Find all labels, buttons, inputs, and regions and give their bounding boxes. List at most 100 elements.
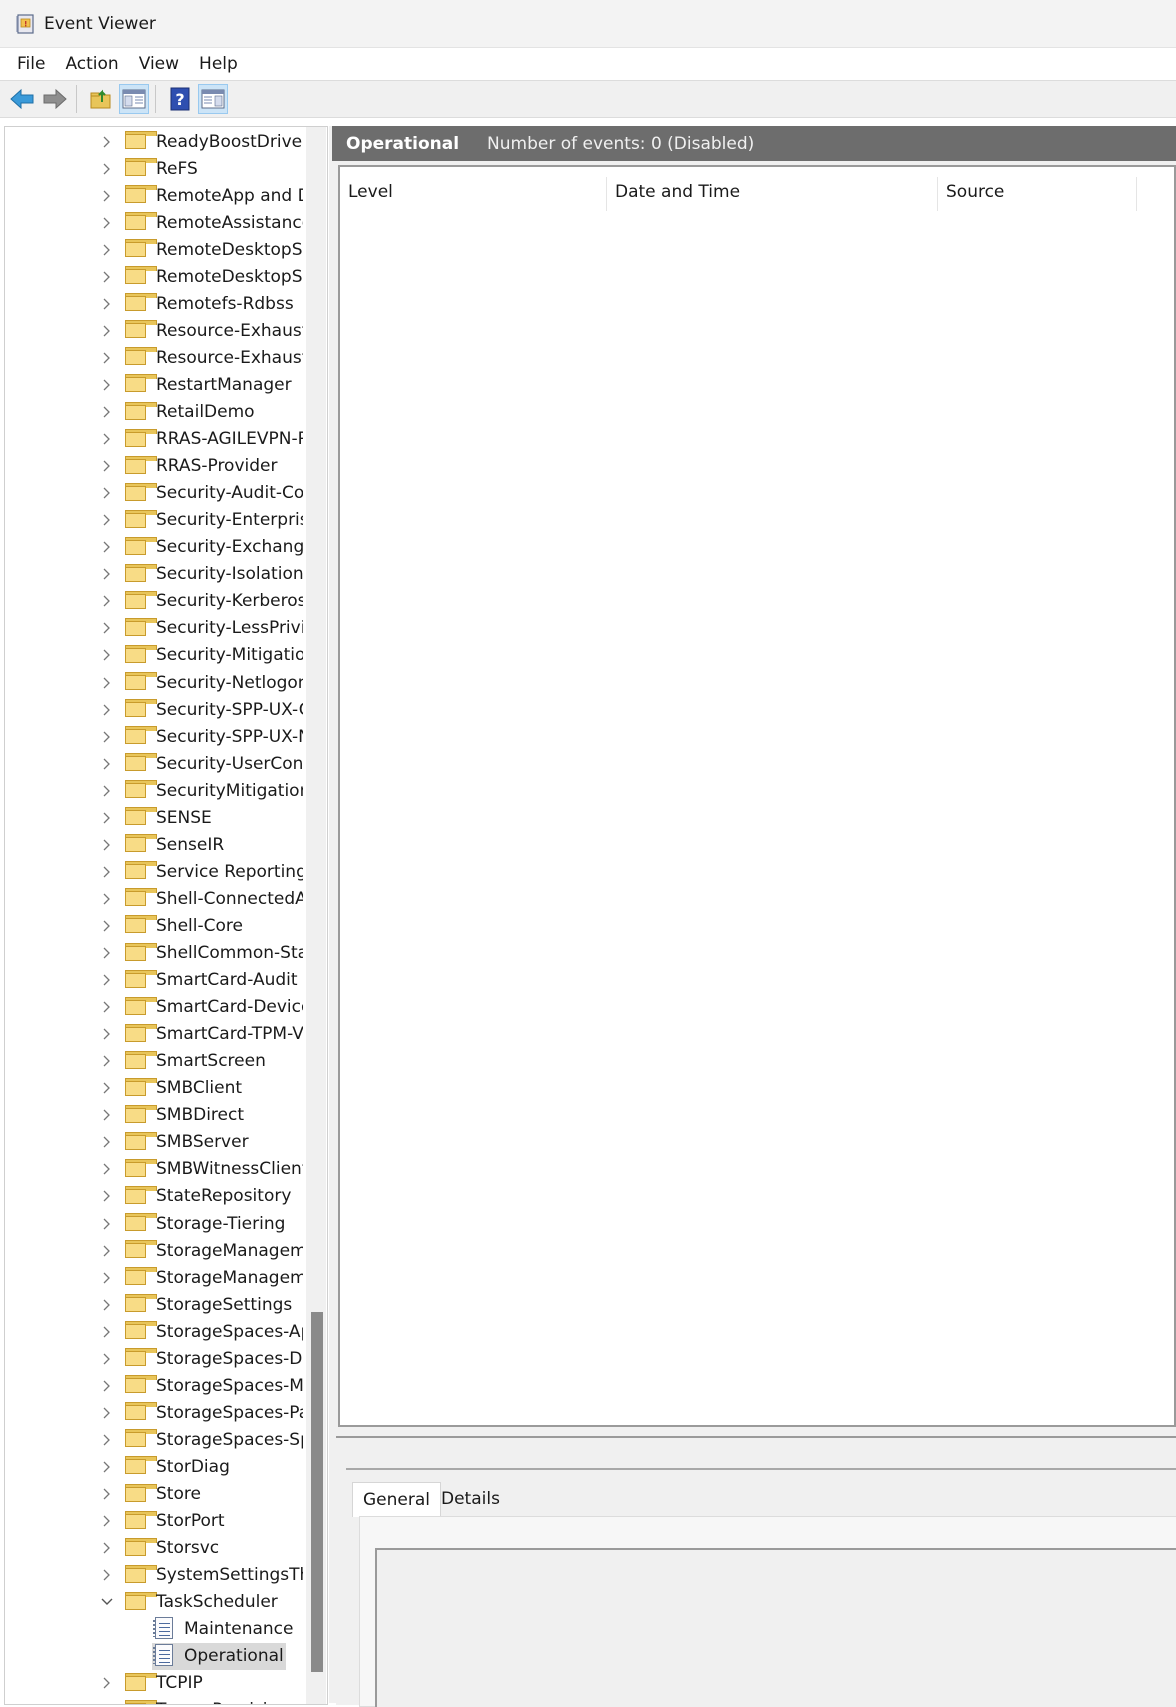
chevron-right-icon[interactable] (101, 541, 113, 553)
chevron-right-icon[interactable] (101, 1434, 113, 1446)
console-tree[interactable]: ReadyBoostDriver ReFS RemoteApp and D Remot… (4, 126, 328, 1705)
chevron-down-icon[interactable] (101, 1596, 113, 1608)
chevron-right-icon[interactable] (101, 460, 113, 472)
tree-item[interactable]: Security-Mitigation (5, 642, 305, 669)
chevron-right-icon[interactable] (101, 1272, 113, 1284)
chevron-right-icon[interactable] (101, 622, 113, 634)
chevron-right-icon[interactable] (101, 1136, 113, 1148)
chevron-right-icon[interactable] (101, 785, 113, 797)
tree-item[interactable]: SMBDirect (5, 1102, 305, 1129)
tree-item[interactable]: SENSE (5, 804, 305, 831)
chevron-right-icon[interactable] (101, 406, 113, 418)
chevron-right-icon[interactable] (101, 839, 113, 851)
tree-item[interactable]: Storage-Tiering (5, 1210, 305, 1237)
chevron-right-icon[interactable] (101, 1569, 113, 1581)
chevron-right-icon[interactable] (101, 1218, 113, 1230)
chevron-right-icon[interactable] (101, 893, 113, 905)
tree-item[interactable]: Security-Audit-Cor (5, 480, 305, 507)
tree-item[interactable]: StorageSpaces-Api (5, 1318, 305, 1345)
chevron-right-icon[interactable] (101, 947, 113, 959)
tree-item-selected[interactable]: Operational (5, 1642, 305, 1670)
help-button[interactable]: ? (165, 84, 195, 114)
chevron-right-icon[interactable] (101, 1299, 113, 1311)
up-one-level-button[interactable] (86, 84, 116, 114)
tree-item[interactable]: StorageManageme (5, 1264, 305, 1291)
tree-item[interactable]: Resource-Exhausti (5, 344, 305, 371)
chevron-right-icon[interactable] (101, 1001, 113, 1013)
chevron-right-icon[interactable] (101, 1542, 113, 1554)
tree-item[interactable]: StorageSpaces-Par (5, 1399, 305, 1426)
tree-item[interactable]: TCPIP (5, 1670, 305, 1697)
chevron-right-icon[interactable] (101, 758, 113, 770)
tree-item[interactable]: Maintenance (5, 1616, 305, 1643)
back-button[interactable] (7, 84, 37, 114)
tree-item[interactable]: RestartManager (5, 371, 305, 398)
chevron-right-icon[interactable] (101, 704, 113, 716)
tree-item[interactable]: Security-Enterprise (5, 507, 305, 534)
tree-item[interactable]: StorageSpaces-Spa (5, 1426, 305, 1453)
tree-item[interactable]: SMBServer (5, 1129, 305, 1156)
tree-item[interactable]: Resource-Exhausti (5, 317, 305, 344)
menu-action[interactable]: Action (55, 54, 128, 74)
tree-item[interactable]: TaskScheduler (5, 1589, 305, 1616)
chevron-right-icon[interactable] (101, 1109, 113, 1121)
events-list[interactable]: Level Date and Time Source (338, 165, 1176, 1427)
tree-item[interactable]: RemoteApp and D (5, 182, 305, 209)
chevron-right-icon[interactable] (101, 325, 113, 337)
chevron-right-icon[interactable] (101, 1461, 113, 1473)
menu-file[interactable]: File (7, 54, 55, 74)
chevron-right-icon[interactable] (101, 568, 113, 580)
tree-item[interactable]: ReadyBoostDriver (5, 128, 305, 155)
pane-splitter[interactable] (338, 1429, 1176, 1435)
tree-item[interactable]: SystemSettingsThr (5, 1562, 305, 1589)
tab-details[interactable]: Details (431, 1482, 510, 1516)
tree-item[interactable]: SMBWitnessClient (5, 1156, 305, 1183)
chevron-right-icon[interactable] (101, 731, 113, 743)
chevron-right-icon[interactable] (101, 298, 113, 310)
chevron-right-icon[interactable] (101, 1380, 113, 1392)
tree-item[interactable]: Store (5, 1481, 305, 1508)
tree-item[interactable]: Security-SPP-UX-N (5, 723, 305, 750)
chevron-right-icon[interactable] (101, 1190, 113, 1202)
tree-item[interactable]: Security-SPP-UX-G (5, 696, 305, 723)
chevron-right-icon[interactable] (101, 514, 113, 526)
show-hide-action-pane-button[interactable] (198, 84, 228, 114)
chevron-right-icon[interactable] (101, 433, 113, 445)
tree-item[interactable]: RRAS-Provider (5, 453, 305, 480)
column-divider[interactable] (1136, 177, 1137, 211)
menu-view[interactable]: View (129, 54, 189, 74)
tree-item[interactable]: Shell-ConnectedAc (5, 885, 305, 912)
tree-item[interactable]: Security-Isolation- (5, 561, 305, 588)
chevron-right-icon[interactable] (101, 974, 113, 986)
chevron-right-icon[interactable] (101, 866, 113, 878)
chevron-right-icon[interactable] (101, 1704, 113, 1705)
chevron-right-icon[interactable] (101, 1407, 113, 1419)
tree-item[interactable]: SmartCard-Audit (5, 967, 305, 994)
tree-item[interactable]: StateRepository (5, 1183, 305, 1210)
tree-item[interactable]: Security-UserCons (5, 750, 305, 777)
chevron-right-icon[interactable] (101, 190, 113, 202)
tree-item[interactable]: RemoteAssistance (5, 209, 305, 236)
tree-item[interactable]: SMBClient (5, 1075, 305, 1102)
tree-item[interactable]: SmartCard-DeviceE (5, 994, 305, 1021)
tree-item[interactable]: ShellCommon-Star (5, 940, 305, 967)
forward-button[interactable] (40, 84, 70, 114)
column-header-source[interactable]: Source (938, 177, 1004, 207)
chevron-right-icon[interactable] (101, 136, 113, 148)
chevron-right-icon[interactable] (101, 649, 113, 661)
chevron-right-icon[interactable] (101, 271, 113, 283)
column-header-level[interactable]: Level (348, 177, 393, 207)
tree-item[interactable]: Security-LessPrivile (5, 615, 305, 642)
tree-item[interactable]: StorageSettings (5, 1291, 305, 1318)
chevron-right-icon[interactable] (101, 1488, 113, 1500)
tree-item[interactable]: StorageManageme (5, 1237, 305, 1264)
tree-item[interactable]: Storsvc (5, 1535, 305, 1562)
chevron-right-icon[interactable] (101, 352, 113, 364)
tree-item[interactable]: StorDiag (5, 1453, 305, 1480)
tree-item[interactable]: Service Reporting / (5, 858, 305, 885)
chevron-right-icon[interactable] (101, 1326, 113, 1338)
chevron-right-icon[interactable] (101, 163, 113, 175)
chevron-right-icon[interactable] (101, 379, 113, 391)
menu-help[interactable]: Help (189, 54, 248, 74)
chevron-right-icon[interactable] (101, 1082, 113, 1094)
